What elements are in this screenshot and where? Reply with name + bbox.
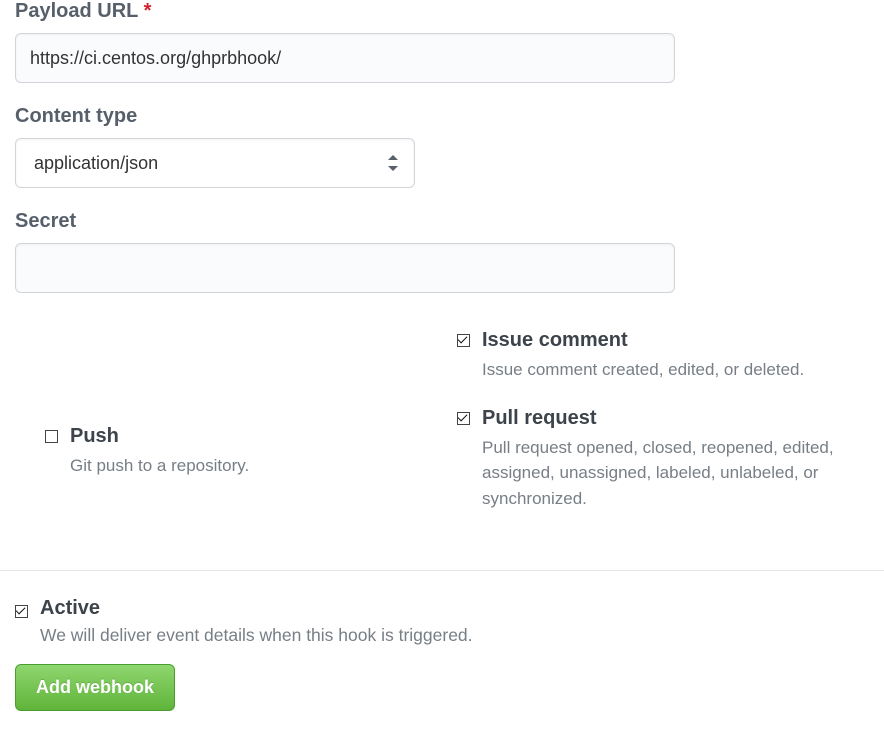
payload-url-group: Payload URL * [15, 0, 869, 83]
events-grid: Push Git push to a repository. Issue com… [15, 315, 869, 555]
active-checkbox[interactable] [15, 605, 28, 618]
issue-comment-desc: Issue comment created, edited, or delete… [482, 357, 804, 383]
push-title: Push [70, 423, 249, 449]
event-spacer [45, 327, 447, 423]
content-type-select[interactable]: application/json [15, 138, 415, 188]
issue-comment-checkbox[interactable] [457, 334, 470, 347]
payload-url-label: Payload URL * [15, 0, 869, 23]
active-block: Active We will deliver event details whe… [0, 571, 884, 664]
active-title: Active [40, 597, 473, 620]
event-pull-request: Pull request Pull request opened, closed… [457, 405, 859, 512]
required-asterisk: * [144, 0, 152, 22]
secret-input[interactable] [15, 243, 675, 293]
push-desc: Git push to a repository. [70, 453, 249, 479]
event-issue-comment: Issue comment Issue comment created, edi… [457, 327, 859, 383]
secret-group: Secret [15, 210, 869, 293]
push-checkbox[interactable] [45, 430, 58, 443]
payload-url-input[interactable] [15, 33, 675, 83]
submit-row: Add webhook [0, 664, 884, 726]
pull-request-desc: Pull request opened, closed, reopened, e… [482, 435, 859, 512]
content-type-select-wrap: application/json [15, 138, 415, 188]
content-type-group: Content type application/json [15, 105, 869, 188]
pull-request-title: Pull request [482, 405, 859, 431]
issue-comment-title: Issue comment [482, 327, 804, 353]
secret-label: Secret [15, 210, 869, 233]
content-type-label: Content type [15, 105, 869, 128]
pull-request-checkbox[interactable] [457, 412, 470, 425]
active-desc: We will deliver event details when this … [40, 625, 473, 646]
payload-url-label-text: Payload URL [15, 0, 138, 22]
add-webhook-button[interactable]: Add webhook [15, 664, 175, 711]
event-push: Push Git push to a repository. [45, 423, 447, 479]
